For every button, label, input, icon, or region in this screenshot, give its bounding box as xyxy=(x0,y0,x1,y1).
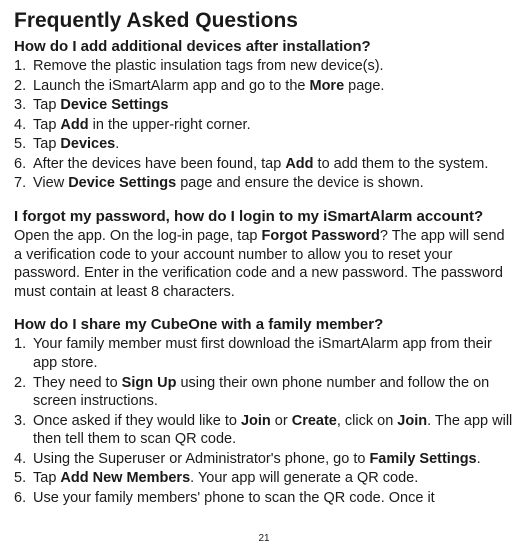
step-text: Using the Superuser or Administrator's p… xyxy=(33,451,369,467)
list-item: 1. Your family member must first download… xyxy=(14,335,514,372)
faq-question-3: How do I share my CubeOne with a family … xyxy=(14,315,514,334)
bold-text: Add xyxy=(60,117,88,133)
step-text: . Your app will generate a QR code. xyxy=(190,470,418,486)
list-item: 3. Tap Device Settings xyxy=(14,96,514,115)
list-item: 6. Use your family members' phone to scan… xyxy=(14,489,514,508)
step-text: . xyxy=(115,136,119,152)
list-item: 2.They need to Sign Up using their own p… xyxy=(14,374,514,411)
list-item: 1. Remove the plastic insulation tags fro… xyxy=(14,57,514,76)
list-item: 2. Launch the iSmartAlarm app and go to t… xyxy=(14,77,514,96)
bold-text: Sign Up xyxy=(122,375,177,391)
list-item: 4. Tap Add in the upper-right corner. xyxy=(14,116,514,135)
list-item: 3.Once asked if they would like to Join … xyxy=(14,412,514,449)
step-text: Once asked if they would like to xyxy=(33,413,241,429)
step-text: Launch the iSmartAlarm app and go to the xyxy=(33,78,309,94)
step-text: . xyxy=(477,451,481,467)
bold-text: Family Settings xyxy=(369,451,476,467)
bold-text: Add xyxy=(285,156,313,172)
list-number: 5. xyxy=(14,469,26,488)
list-item: 6. After the devices have been found, tap… xyxy=(14,155,514,174)
list-item: 4. Using the Superuser or Administrator's… xyxy=(14,450,514,469)
step-text: After the devices have been found, tap xyxy=(33,156,285,172)
bold-text: Device Settings xyxy=(60,97,168,113)
step-text: or xyxy=(271,413,292,429)
list-number: 6. xyxy=(14,155,26,174)
list-number: 7. xyxy=(14,174,26,193)
bold-text: Join xyxy=(397,413,427,429)
answer-text: Open the app. On the log-in page, tap xyxy=(14,228,261,244)
faq-answer-list-3: 1. Your family member must first download… xyxy=(14,335,514,507)
bold-text: Add New Members xyxy=(60,470,190,486)
step-text: View xyxy=(33,175,68,191)
bold-text: Device Settings xyxy=(68,175,176,191)
bold-text: Forgot Password xyxy=(261,228,379,244)
step-text: to add them to the system. xyxy=(314,156,489,172)
faq-answer-2: Open the app. On the log-in page, tap Fo… xyxy=(14,227,514,301)
list-number: 3. xyxy=(14,412,26,431)
list-item: 5. Tap Devices. xyxy=(14,135,514,154)
step-text: Tap xyxy=(33,470,60,486)
faq-question-2: I forgot my password, how do I login to … xyxy=(14,207,514,226)
list-number: 1. xyxy=(14,57,26,76)
step-text: page. xyxy=(344,78,384,94)
step-text: Tap xyxy=(33,117,60,133)
list-number: 2. xyxy=(14,374,26,393)
list-number: 6. xyxy=(14,489,26,508)
faq-question-1: How do I add additional devices after in… xyxy=(14,37,514,56)
step-text: They need to xyxy=(33,375,122,391)
bold-text: Devices xyxy=(60,136,115,152)
bold-text: Join xyxy=(241,413,271,429)
step-text: Tap xyxy=(33,97,60,113)
list-item: 5. Tap Add New Members. Your app will gen… xyxy=(14,469,514,488)
step-text: in the upper-right corner. xyxy=(89,117,251,133)
step-text: , click on xyxy=(337,413,397,429)
list-item: 7. View Device Settings page and ensure t… xyxy=(14,174,514,193)
step-text: Tap xyxy=(33,136,60,152)
list-number: 3. xyxy=(14,96,26,115)
list-number: 1. xyxy=(14,335,26,354)
faq-answer-list-1: 1. Remove the plastic insulation tags fro… xyxy=(14,57,514,193)
step-text: Use your family members' phone to scan t… xyxy=(33,490,435,506)
list-number: 5. xyxy=(14,135,26,154)
bold-text: More xyxy=(309,78,344,94)
bold-text: Create xyxy=(292,413,337,429)
list-number: 2. xyxy=(14,77,26,96)
step-text: Your family member must first download t… xyxy=(33,336,492,371)
list-number: 4. xyxy=(14,116,26,135)
page-number: 21 xyxy=(0,533,528,546)
step-text: Remove the plastic insulation tags from … xyxy=(33,58,384,74)
step-text: page and ensure the device is shown. xyxy=(176,175,423,191)
page-title: Frequently Asked Questions xyxy=(14,8,514,35)
list-number: 4. xyxy=(14,450,26,469)
